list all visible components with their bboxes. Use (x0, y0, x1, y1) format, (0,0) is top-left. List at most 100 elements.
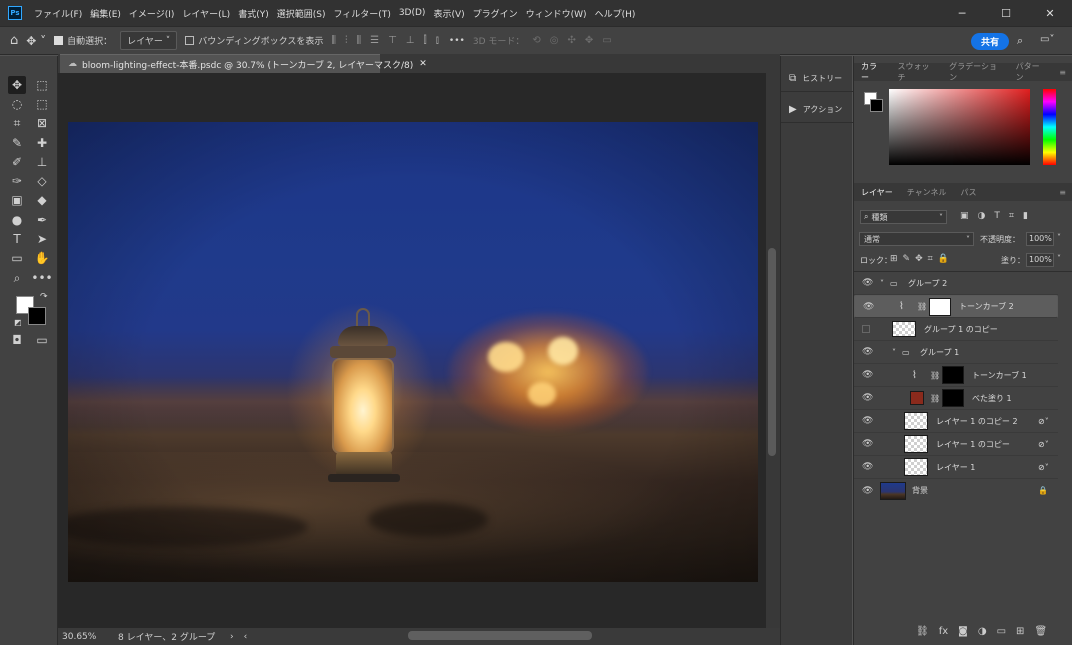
swap-colors-icon[interactable]: ↷ (40, 292, 48, 302)
lasso-tool-icon[interactable]: ◌ (8, 95, 26, 113)
add-mask-icon[interactable]: ◙ (958, 626, 968, 637)
layer-mask-thumbnail[interactable] (929, 297, 951, 316)
menu-type[interactable]: 書式(Y) (234, 7, 273, 20)
menu-image[interactable]: イメージ(I) (125, 7, 179, 20)
shape-tool-icon[interactable]: ▭ (8, 249, 26, 267)
close-button[interactable]: ✕ (1028, 0, 1072, 26)
marquee-tool-icon[interactable]: ⬚ (33, 76, 51, 94)
visibility-off-box[interactable] (862, 325, 870, 333)
history-brush-tool-icon[interactable]: ✑ (8, 172, 26, 190)
menu-select[interactable]: 選択範囲(S) (273, 7, 330, 20)
tab-color[interactable]: カラー (854, 61, 891, 83)
visibility-eye-icon[interactable]: 👁 (862, 439, 873, 449)
new-group-icon[interactable]: ▭ (997, 626, 1006, 637)
menu-filter[interactable]: フィルター(T) (329, 7, 394, 20)
visibility-eye-icon[interactable]: 👁 (862, 370, 873, 380)
stamp-tool-icon[interactable]: ⊥ (33, 153, 51, 171)
layer-filter-icons[interactable]: ▣ ◑ T ⌗ ▮ (960, 211, 1028, 221)
background-color-swatch[interactable] (28, 307, 46, 325)
opacity-chevron-icon[interactable]: ˅ (1057, 233, 1061, 242)
3d-mode-icons[interactable]: ⟲ ◎ ✣ ✥ ▭ (532, 35, 611, 46)
frame-tool-icon[interactable]: ⊠ (33, 114, 51, 132)
visibility-eye-icon[interactable]: 👁 (862, 278, 873, 288)
layer-row-curves-2[interactable]: 👁 ⌇ ⛓ トーンカーブ 2 (854, 295, 1058, 318)
brush-tool-icon[interactable]: ✐ (8, 153, 26, 171)
screen-mode-icon[interactable]: ▭ (33, 331, 51, 349)
visibility-eye-icon[interactable]: 👁 (862, 416, 873, 426)
tab-paths[interactable]: パス (954, 187, 984, 198)
menu-help[interactable]: ヘルプ(H) (591, 7, 640, 20)
home-icon[interactable]: ⌂ (10, 33, 18, 48)
smart-filter-icon[interactable]: ⊘˅ (1038, 440, 1049, 449)
lock-icon[interactable]: 🔒 (1038, 486, 1048, 495)
move-tool-preset-icon[interactable]: ✥ ˅ (26, 34, 46, 48)
pen-tool-icon[interactable]: ✒ (33, 211, 51, 229)
tab-gradients[interactable]: グラデーション (942, 61, 1008, 83)
layer-row-group-1[interactable]: 👁 ˅ ▭ グループ 1 (854, 341, 1058, 364)
layer-row-background[interactable]: 👁 背景 🔒 (854, 479, 1058, 502)
visibility-eye-icon[interactable]: 👁 (862, 393, 873, 403)
minimize-button[interactable]: ─ (940, 0, 984, 26)
visibility-eye-icon[interactable]: 👁 (862, 462, 873, 472)
tab-layers[interactable]: レイヤー (854, 187, 900, 198)
vertical-scroll-thumb[interactable] (768, 248, 776, 456)
history-panel-button[interactable]: ⧉ ヒストリー (781, 66, 853, 92)
gradient-tool-icon[interactable]: ▣ (8, 191, 26, 209)
layer-mask-thumbnail[interactable] (942, 366, 964, 384)
layers-menu-icon[interactable]: ≡ (1052, 188, 1072, 197)
more-options-button[interactable]: ••• (449, 36, 465, 46)
menu-3d[interactable]: 3D(D) (395, 8, 430, 18)
smart-filter-icon[interactable]: ⊘˅ (1038, 463, 1049, 472)
link-layers-icon[interactable]: ⛓ (916, 626, 929, 637)
maximize-button[interactable]: ☐ (984, 0, 1028, 26)
color-picker-field[interactable] (889, 89, 1030, 165)
document-tab[interactable]: ☁ bloom-lighting-effect-本番.psdc @ 30.7% … (60, 54, 427, 73)
blend-mode-dropdown[interactable]: 通常 ˅ (859, 232, 974, 246)
tab-patterns[interactable]: パターン (1009, 61, 1053, 83)
dodge-tool-icon[interactable]: ● (8, 211, 26, 229)
scroll-left-icon[interactable]: ‹ (244, 632, 248, 642)
visibility-eye-icon[interactable]: 👁 (862, 486, 873, 496)
close-tab-icon[interactable]: ✕ (419, 59, 427, 69)
adjustment-layer-icon[interactable]: ◑ (978, 626, 987, 637)
search-icon[interactable]: ⌕ (1017, 34, 1023, 48)
quick-mask-icon[interactable]: ◘ (8, 331, 26, 349)
healing-brush-tool-icon[interactable]: ✚ (33, 134, 51, 152)
eyedropper-tool-icon[interactable]: ✎ (8, 134, 26, 152)
align-icons[interactable]: ⫼ ⫶ ⫼ ☰ ⊤ ⊥ ⫿ ⫾ (331, 35, 439, 46)
layer-row-group-1-copy[interactable]: グループ 1 のコピー (854, 318, 1058, 341)
fill-chevron-icon[interactable]: ˅ (1057, 254, 1061, 263)
fx-icon[interactable]: fx (939, 626, 948, 637)
tab-channels[interactable]: チャンネル (900, 187, 954, 198)
canvas-image[interactable] (68, 122, 758, 582)
auto-select-checkbox[interactable]: 自動選択： (54, 34, 112, 47)
type-tool-icon[interactable]: T (8, 230, 26, 248)
share-button[interactable]: 共有 (971, 33, 1009, 50)
workspace-icon[interactable]: ▭˅ (1040, 34, 1054, 45)
menu-window[interactable]: ウィンドウ(W) (522, 7, 591, 20)
panel-menu-icon[interactable]: ≡ (1052, 68, 1072, 77)
menu-layer[interactable]: レイヤー(L) (178, 7, 234, 20)
group-expand-icon[interactable]: ˅ (880, 279, 884, 288)
layer-row-layer-1-copy[interactable]: 👁 レイヤー 1 のコピー ⊘˅ (854, 433, 1058, 456)
more-tools-icon[interactable]: ••• (31, 269, 52, 287)
object-select-tool-icon[interactable]: ⬚ (33, 95, 51, 113)
new-layer-icon[interactable]: ⊞ (1016, 626, 1024, 637)
crop-tool-icon[interactable]: ⌗ (8, 114, 26, 132)
hand-tool-icon[interactable]: ✋ (33, 249, 51, 267)
group-expand-icon[interactable]: ˅ (892, 348, 896, 357)
hue-slider[interactable] (1043, 89, 1056, 165)
eraser-tool-icon[interactable]: ◇ (33, 172, 51, 190)
menu-edit[interactable]: 編集(E) (86, 7, 125, 20)
bounding-box-checkbox[interactable]: バウンディングボックスを表示 (185, 34, 323, 47)
menu-plugins[interactable]: プラグイン (469, 7, 522, 20)
horizontal-scroll-thumb[interactable] (408, 631, 592, 640)
opacity-input[interactable]: 100% (1026, 232, 1054, 246)
layer-filter-dropdown[interactable]: ⌕ 種類 ˅ (860, 210, 947, 224)
default-colors-icon[interactable]: ◩ (14, 318, 22, 327)
visibility-eye-icon[interactable]: 👁 (862, 347, 873, 357)
document-info[interactable]: 8 レイヤー、2 グループ (118, 630, 218, 643)
visibility-eye-icon[interactable]: 👁 (863, 302, 874, 312)
info-arrow-icon[interactable]: › (230, 632, 234, 642)
menu-file[interactable]: ファイル(F) (30, 7, 86, 20)
